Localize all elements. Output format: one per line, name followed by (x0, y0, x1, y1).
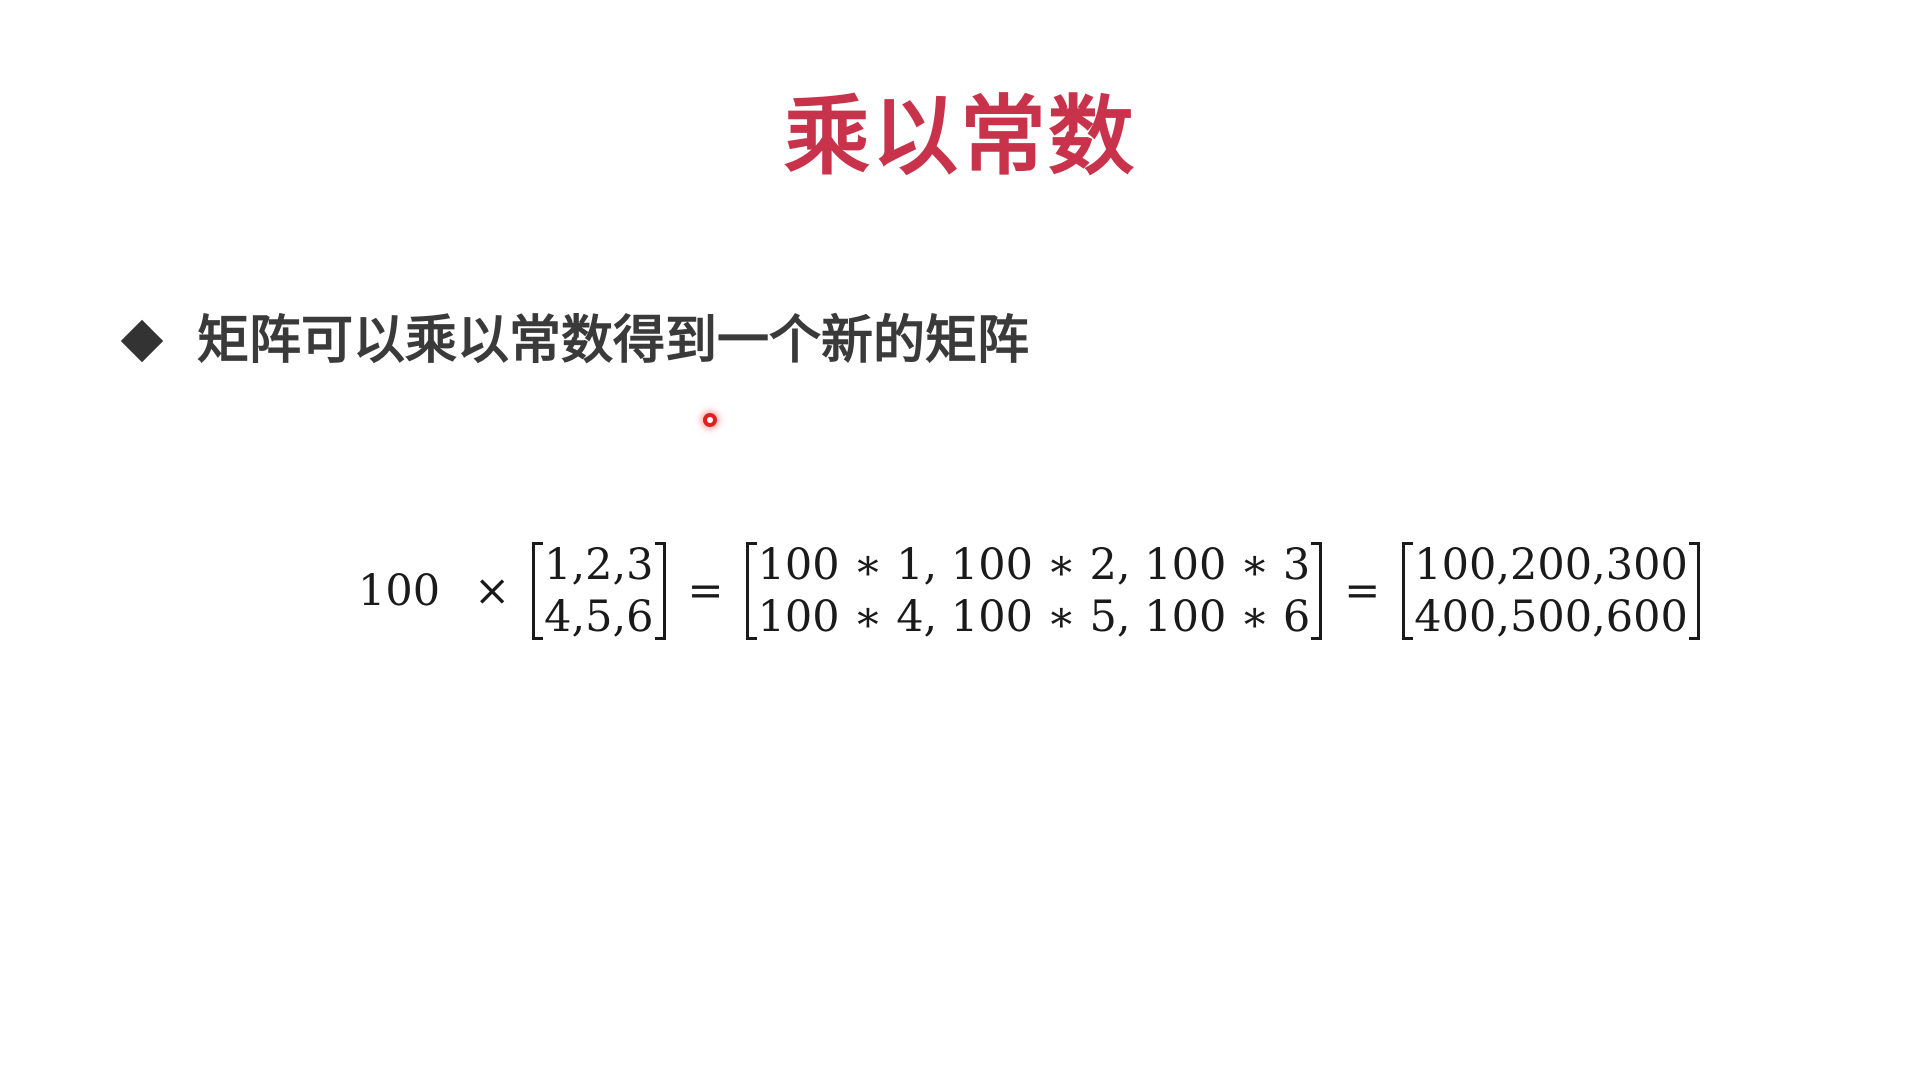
expanded-matrix: 100 ∗ 1, 100 ∗ 2, 100 ∗ 3 100 ∗ 4, 100 ∗… (745, 540, 1323, 642)
equals-operator: = (687, 566, 724, 616)
matrix-row: 100 ∗ 1, 100 ∗ 2, 100 ∗ 3 (757, 540, 1311, 590)
times-operator: × (474, 566, 511, 616)
matrix-row: 4,5,6 (544, 592, 654, 642)
bullet-text: 矩阵可以乘以常数得到一个新的矩阵 (197, 311, 1030, 371)
matrix-equation: 100 × 1,2,3 4,5,6 = 100 ∗ 1, 100 ∗ 2, 10… (358, 538, 1700, 644)
matrix-row: 400,500,600 (1414, 592, 1688, 642)
matrix-row: 1,2,3 (544, 540, 654, 590)
laser-pointer-icon (703, 413, 717, 427)
input-matrix: 1,2,3 4,5,6 (532, 540, 666, 642)
slide: 乘以常数 矩阵可以乘以常数得到一个新的矩阵 100 × 1,2,3 4,5,6 … (0, 0, 1920, 1080)
result-matrix: 100,200,300 400,500,600 (1402, 540, 1700, 642)
bullet-point: 矩阵可以乘以常数得到一个新的矩阵 (118, 306, 1029, 376)
scalar-value: 100 (358, 566, 441, 616)
slide-title: 乘以常数 (784, 87, 1136, 187)
matrix-row: 100 ∗ 4, 100 ∗ 5, 100 ∗ 6 (757, 592, 1311, 642)
diamond-bullet-icon (120, 319, 164, 363)
matrix-row: 100,200,300 (1414, 540, 1688, 590)
equals-operator: = (1344, 566, 1381, 616)
